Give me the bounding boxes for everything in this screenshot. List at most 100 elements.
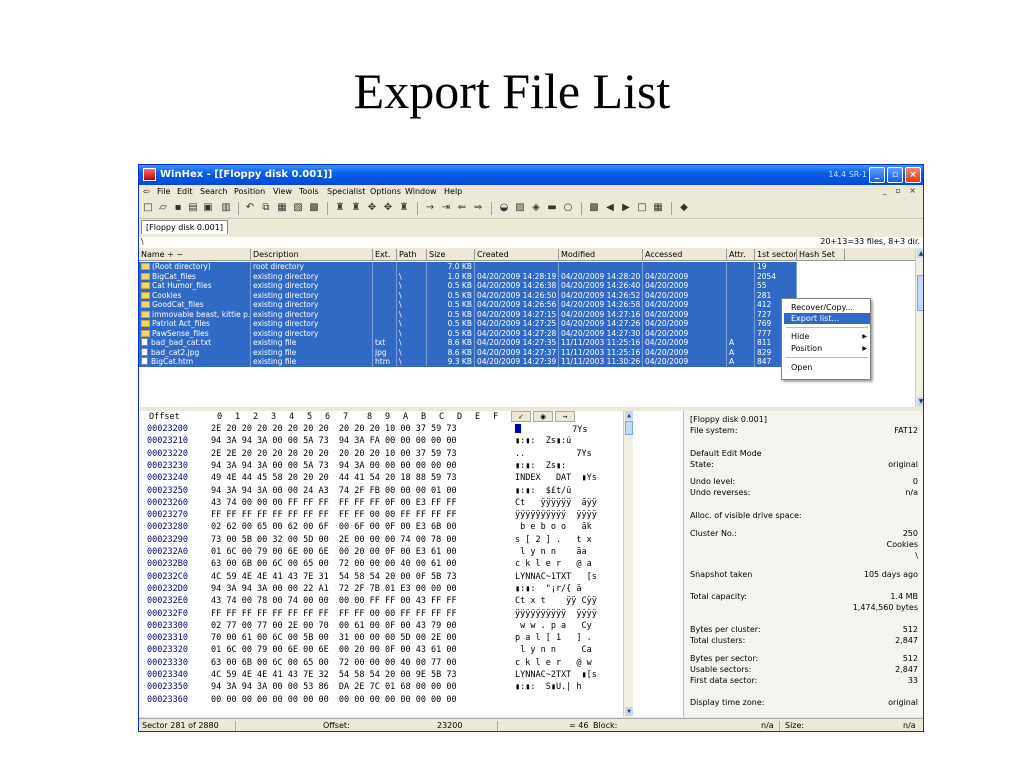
hex-ascii[interactable]: ▮:▮: "¡r/{ ã — [515, 584, 625, 595]
hex-row[interactable]: 00023350 94 3A 94 3A 00 00 53 86 DA 2E 7C… — [139, 682, 623, 693]
hex-row[interactable]: 00023300 02 77 00 77 00 2E 00 70 00 61 00… — [139, 621, 623, 632]
hex-ascii[interactable]: 7Ys — [515, 424, 625, 436]
menu-hide[interactable]: Hide ▶ — [784, 331, 870, 342]
goto-offset-icon[interactable]: → — [423, 201, 437, 215]
replace-icon[interactable]: ✥ — [365, 201, 379, 215]
hash-icon[interactable]: ◈ — [529, 201, 543, 215]
zoom-icon[interactable]: ◉ — [533, 411, 553, 422]
hex-ascii[interactable]: ÿÿÿÿÿÿÿÿÿÿ ÿÿÿÿ — [515, 609, 625, 620]
hex-bytes[interactable]: 94 3A 94 3A 00 00 5A 73 94 3A 00 00 00 0… — [211, 461, 457, 472]
maximize-button[interactable]: ▫ — [887, 167, 903, 183]
open-disk-icon[interactable]: ▥ — [219, 201, 233, 215]
hex-bytes[interactable]: 02 77 00 77 00 2E 00 70 00 61 00 0F 00 4… — [211, 621, 457, 632]
hex-bytes[interactable]: 73 00 5B 00 32 00 5D 00 2E 00 00 00 74 0… — [211, 535, 457, 546]
snapshot-icon[interactable]: ▩ — [587, 201, 601, 215]
hex-row[interactable]: 00023220 2E 2E 20 20 20 20 20 20 20 20 20… — [139, 449, 623, 460]
hex-scrollbar[interactable]: ▲ ▼ — [623, 411, 633, 717]
hex-row[interactable]: 000232E0 43 74 00 78 00 74 00 00 00 00 FF… — [139, 596, 623, 607]
scroll-down-icon[interactable]: ▼ — [625, 707, 633, 716]
hex-row[interactable]: 00023200 2E 20 20 20 20 20 20 20 20 20 20… — [139, 424, 623, 435]
save-icon[interactable]: ▪ — [171, 201, 185, 215]
file-row[interactable]: Cat Humor_files existing directory \ 0.5 KB… — [139, 281, 915, 291]
col-attr[interactable]: Attr. — [727, 249, 755, 261]
list-scrollbar[interactable]: ▲ ▼ — [915, 249, 923, 407]
col-modified[interactable]: Modified — [559, 249, 643, 261]
hex-bytes[interactable]: 70 00 61 00 6C 00 5B 00 31 00 00 00 5D 0… — [211, 633, 457, 644]
mdi-controls[interactable]: _ ▫ × — [883, 186, 919, 195]
calculator-icon[interactable]: ▬ — [545, 201, 559, 215]
hex-ascii[interactable]: p a l [ 1 ] . — [515, 633, 625, 644]
hex-bytes[interactable]: 02 62 00 65 00 62 00 6F 00 6F 00 0F 00 E… — [211, 522, 457, 533]
hex-ascii[interactable]: l y n n ãa — [515, 547, 625, 558]
menu-window[interactable]: Window — [405, 187, 437, 196]
menu-tools[interactable]: Tools — [299, 187, 319, 196]
hex-ascii[interactable]: LYNNAC~2TXT ▮[s — [515, 670, 625, 681]
replace-hex-icon[interactable]: ✥ — [381, 201, 395, 215]
hex-ascii[interactable]: ▮:▮: S▮Ú.| h — [515, 682, 625, 693]
hex-bytes[interactable]: FF FF FF FF FF FF FF FF FF FF 00 00 FF F… — [211, 609, 457, 620]
hex-bytes[interactable]: 01 6C 00 79 00 6E 00 6E 00 20 00 0F 00 4… — [211, 645, 457, 656]
hex-ascii[interactable]: Ct ÿÿÿÿÿÿ ãÿÿ — [515, 498, 625, 509]
hex-row[interactable]: 00023330 63 00 6B 00 6C 00 65 00 72 00 00… — [139, 658, 623, 669]
menu-specialist[interactable]: Specialist — [327, 187, 365, 196]
paste-icon[interactable]: ▦ — [275, 201, 289, 215]
hex-ascii[interactable]: ▮:▮: $£t/û — [515, 486, 625, 497]
hex-bytes[interactable]: FF FF FF FF FF FF FF FF FF FF 00 00 FF F… — [211, 510, 457, 521]
hex-row[interactable]: 00023320 01 6C 00 79 00 6E 00 6E 00 20 00… — [139, 645, 623, 656]
hex-bytes[interactable]: 94 3A 94 3A 00 00 24 A3 74 2F FB 00 00 0… — [211, 486, 457, 497]
hex-bytes[interactable]: 94 3A 94 3A 00 00 53 86 DA 2E 7C 01 68 0… — [211, 682, 457, 693]
col-accessed[interactable]: Accessed — [643, 249, 727, 261]
hex-ascii[interactable]: INDEX DAT ▮Ys — [515, 473, 625, 484]
col-description[interactable]: Description — [251, 249, 373, 261]
arrow-icon[interactable]: → — [555, 411, 575, 422]
hex-bytes[interactable]: 4C 59 4E 4E 41 43 7E 31 54 58 54 20 00 0… — [211, 572, 457, 583]
hex-bytes[interactable]: 2E 2E 20 20 20 20 20 20 20 20 20 10 00 3… — [211, 449, 457, 460]
clipboard-icon[interactable]: ▧ — [291, 201, 305, 215]
next-icon[interactable]: ▶ — [619, 201, 633, 215]
file-row[interactable]: (Root directory) root directory 7.0 KB 19 — [139, 262, 915, 272]
hex-bytes[interactable]: 63 00 6B 00 6C 00 65 00 72 00 00 00 40 0… — [211, 658, 457, 669]
print-icon[interactable]: ▤ — [186, 201, 200, 215]
hex-ascii[interactable]: ÿÿÿÿÿÿÿÿÿÿ ÿÿÿÿ — [515, 510, 625, 521]
find-binoculars-icon[interactable]: ♜ — [397, 201, 411, 215]
menu-view[interactable]: View — [273, 187, 292, 196]
hex-ascii[interactable]: w w . p a Cy — [515, 621, 625, 632]
hex-bytes[interactable]: 94 3A 94 3A 00 00 5A 73 94 3A FA 00 00 0… — [211, 436, 457, 447]
col-hash-set[interactable]: Hash Set — [797, 249, 845, 261]
hex-ascii[interactable]: b e b o o ãk — [515, 522, 625, 533]
hex-row[interactable]: 00023210 94 3A 94 3A 00 00 5A 73 94 3A FA… — [139, 436, 623, 447]
disk-editor-icon[interactable]: ◒ — [497, 201, 511, 215]
hex-row[interactable]: 00023270 FF FF FF FF FF FF FF FF FF FF 00… — [139, 510, 623, 521]
hex-row[interactable]: 00023290 73 00 5B 00 32 00 5D 00 2E 00 00… — [139, 535, 623, 546]
scroll-down-icon[interactable]: ▼ — [917, 397, 923, 406]
col-size[interactable]: Size — [427, 249, 475, 261]
pen-icon[interactable]: ✓ — [511, 411, 531, 422]
menu-position[interactable]: Position ▶ — [784, 343, 870, 354]
prev-icon[interactable]: ◀ — [603, 201, 617, 215]
binary-icon[interactable]: ▩ — [307, 201, 321, 215]
hex-row[interactable]: 000232A0 01 6C 00 79 00 6E 00 6E 00 20 00… — [139, 547, 623, 558]
copy-icon[interactable]: ⧉ — [259, 201, 273, 215]
tab-floppy-disk[interactable]: [Floppy disk 0.001] — [141, 220, 228, 234]
properties-icon[interactable]: ▣ — [201, 201, 215, 215]
file-row[interactable]: BigCat_files existing directory \ 1.0 KB 04/… — [139, 271, 915, 281]
hex-row[interactable]: 000232B0 63 00 6B 00 6C 00 65 00 72 00 00… — [139, 559, 623, 570]
menu-position[interactable]: Position — [234, 187, 265, 196]
hex-bytes[interactable]: 01 6C 00 79 00 6E 00 6E 00 20 00 0F 00 E… — [211, 547, 457, 558]
hex-ascii[interactable]: LYNNAC~1TXT [s — [515, 572, 625, 583]
hex-row[interactable]: 000232C0 4C 59 4E 4E 41 43 7E 31 54 58 54… — [139, 572, 623, 583]
hex-row[interactable]: 000232F0 FF FF FF FF FF FF FF FF FF FF 00… — [139, 609, 623, 620]
hex-row[interactable]: 00023250 94 3A 94 3A 00 00 24 A3 74 2F FB… — [139, 486, 623, 497]
find-hex-icon[interactable]: ♜ — [349, 201, 363, 215]
menu-help[interactable]: Help — [444, 187, 462, 196]
hex-bytes[interactable]: 49 4E 44 45 58 20 20 20 44 41 54 20 18 8… — [211, 473, 457, 484]
hex-ascii[interactable]: ▮:▮: Zs▮: — [515, 461, 625, 472]
hex-row[interactable]: 00023340 4C 59 4E 4E 41 43 7E 32 54 58 54… — [139, 670, 623, 681]
hex-ascii[interactable]: s [ 2 ] . t x — [515, 535, 625, 546]
hex-row[interactable]: 00023360 00 00 00 00 00 00 00 00 00 00 00… — [139, 695, 623, 706]
mdi-doc-icon[interactable]: ⇦ — [143, 187, 150, 196]
undo-icon[interactable]: ↶ — [243, 201, 257, 215]
col-first-sector[interactable]: 1st sector — [755, 249, 797, 261]
hex-bytes[interactable]: 2E 20 20 20 20 20 20 20 20 20 20 10 00 3… — [211, 424, 457, 435]
menu-recover-copy[interactable]: Recover/Copy... — [784, 302, 870, 313]
